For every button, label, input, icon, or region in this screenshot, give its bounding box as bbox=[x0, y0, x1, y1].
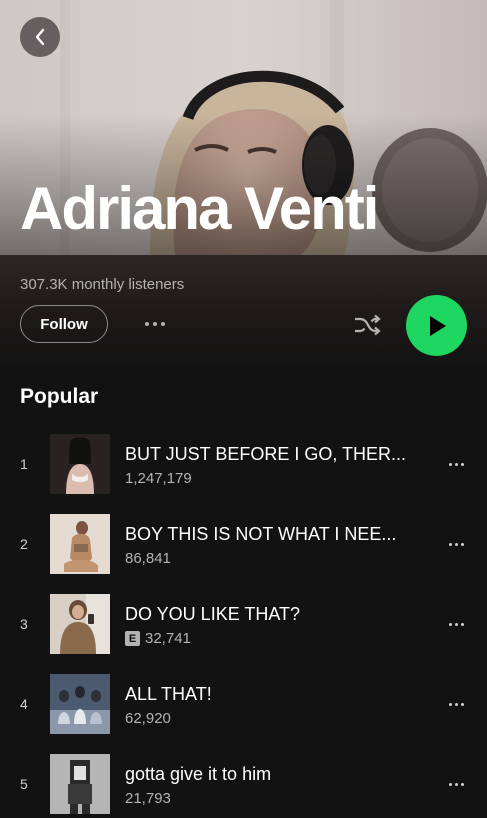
track-more-button[interactable] bbox=[444, 696, 468, 712]
follow-button[interactable]: Follow bbox=[20, 305, 108, 343]
track-title: DO YOU LIKE THAT? bbox=[125, 604, 301, 624]
track-row[interactable]: 4 ALL THAT! 62,920 bbox=[0, 672, 487, 752]
explicit-badge: E bbox=[125, 631, 140, 646]
track-title: BOY THIS IS NOT WHAT I NEE... bbox=[125, 524, 397, 544]
track-number: 5 bbox=[20, 776, 28, 792]
track-play-count: 62,920 bbox=[125, 710, 171, 727]
popular-track-list: 1 BUT JUST BEFORE I GO, THER... 1,247,17… bbox=[0, 432, 487, 818]
track-more-button[interactable] bbox=[444, 536, 468, 552]
track-number: 1 bbox=[20, 456, 28, 472]
track-meta: 86,841 bbox=[125, 550, 171, 567]
track-meta: 1,247,179 bbox=[125, 470, 192, 487]
track-row[interactable]: 2 BOY THIS IS NOT WHAT I NEE... 86,841 bbox=[0, 512, 487, 592]
chevron-left-icon bbox=[35, 28, 45, 46]
track-artwork bbox=[50, 434, 110, 494]
popular-section-title: Popular bbox=[20, 385, 99, 408]
monthly-listeners: 307.3K monthly listeners bbox=[20, 276, 185, 293]
play-button[interactable] bbox=[406, 295, 467, 356]
artist-name: Adriana Venti bbox=[20, 175, 379, 242]
track-number: 4 bbox=[20, 696, 28, 712]
track-play-count: 86,841 bbox=[125, 550, 171, 567]
shuffle-icon bbox=[355, 314, 381, 336]
more-horizontal-icon bbox=[145, 322, 165, 326]
track-play-count: 32,741 bbox=[145, 630, 191, 647]
track-number: 2 bbox=[20, 536, 28, 552]
more-horizontal-icon bbox=[448, 702, 464, 706]
track-row[interactable]: 1 BUT JUST BEFORE I GO, THER... 1,247,17… bbox=[0, 432, 487, 512]
track-title: gotta give it to him bbox=[125, 764, 272, 784]
track-artwork bbox=[50, 754, 110, 814]
track-play-count: 21,793 bbox=[125, 790, 171, 807]
shuffle-button[interactable] bbox=[350, 310, 384, 340]
track-artwork bbox=[50, 514, 110, 574]
play-icon bbox=[429, 315, 446, 336]
track-artwork bbox=[50, 594, 110, 654]
back-button[interactable] bbox=[20, 17, 60, 57]
more-horizontal-icon bbox=[448, 622, 464, 626]
track-play-count: 1,247,179 bbox=[125, 470, 192, 487]
track-more-button[interactable] bbox=[444, 616, 468, 632]
track-meta: 21,793 bbox=[125, 790, 171, 807]
more-horizontal-icon bbox=[448, 542, 464, 546]
track-artwork bbox=[50, 674, 110, 734]
more-options-button[interactable] bbox=[140, 313, 170, 335]
track-more-button[interactable] bbox=[444, 456, 468, 472]
artist-hero-banner: Adriana Venti bbox=[0, 0, 487, 255]
more-horizontal-icon bbox=[448, 782, 464, 786]
track-meta: E 32,741 bbox=[125, 630, 191, 647]
track-title: ALL THAT! bbox=[125, 684, 212, 704]
track-more-button[interactable] bbox=[444, 776, 468, 792]
track-meta: 62,920 bbox=[125, 710, 171, 727]
track-number: 3 bbox=[20, 616, 28, 632]
track-row[interactable]: 3 DO YOU LIKE THAT? E 32,741 bbox=[0, 592, 487, 672]
track-title: BUT JUST BEFORE I GO, THER... bbox=[125, 444, 407, 464]
artist-page: Adriana Venti 307.3K monthly listeners F… bbox=[0, 0, 487, 818]
artist-controls: 307.3K monthly listeners Follow bbox=[0, 255, 487, 370]
track-row[interactable]: 5 gotta give it to him 21,793 bbox=[0, 752, 487, 818]
more-horizontal-icon bbox=[448, 462, 464, 466]
